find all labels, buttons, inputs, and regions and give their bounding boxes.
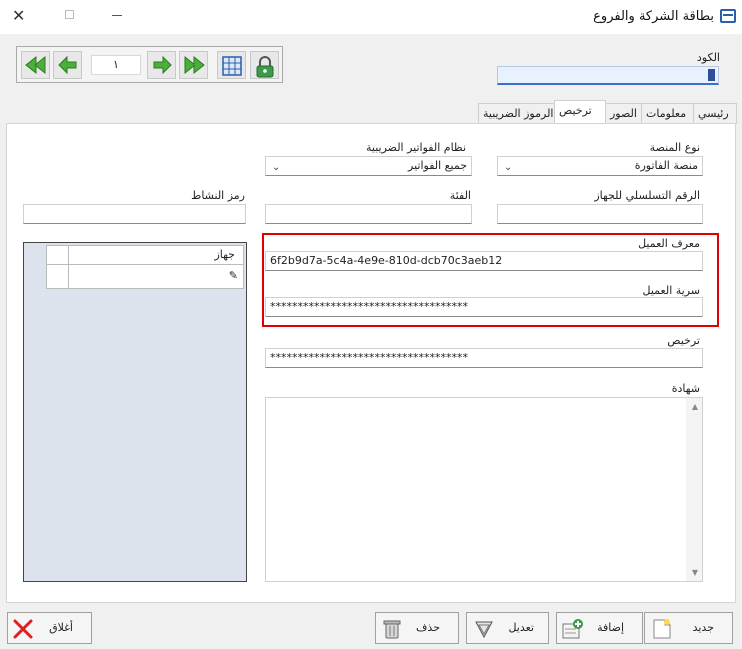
device-serial-input[interactable] <box>497 204 703 224</box>
lock-button[interactable] <box>250 51 279 79</box>
delete-button[interactable]: حذف <box>375 612 459 644</box>
platform-type-value: منصة الفاتورة <box>634 159 698 172</box>
delete-button-label: حذف <box>416 621 440 634</box>
new-document-icon <box>653 619 671 639</box>
add-button[interactable]: إضافة <box>556 612 643 644</box>
close-button-label: أغلاق <box>49 621 73 634</box>
form-card-icon <box>720 9 736 23</box>
grid-table-icon <box>222 56 242 76</box>
client-id-input[interactable]: 6f2b9d7a-5c4a-4e9e-810d-dcb70c3aeb12 <box>265 251 703 271</box>
certificate-scrollbar[interactable]: ▲ ▼ <box>686 398 702 581</box>
scroll-down-arrow-icon[interactable]: ▼ <box>692 568 698 577</box>
previous-record-button[interactable] <box>53 51 82 79</box>
new-button-label: جديد <box>692 621 714 634</box>
device-cell[interactable] <box>68 265 243 288</box>
add-button-label: إضافة <box>597 621 624 634</box>
edit-button[interactable]: تعديل <box>466 612 549 644</box>
chevron-down-icon: ⌄ <box>272 162 281 173</box>
first-record-button[interactable] <box>21 51 50 79</box>
table-row[interactable]: ✎ <box>46 265 244 289</box>
title-bar: بطاقة الشركة والفروع ✕ <box>0 0 742 34</box>
activity-code-input[interactable] <box>23 204 246 224</box>
tax-invoice-system-label: نظام الفواتير الضريبية <box>365 141 466 154</box>
activity-code-label: رمز النشاط <box>191 189 245 202</box>
record-navigation-bar: ١ <box>16 46 283 83</box>
code-label: الكود <box>696 51 720 64</box>
last-record-button[interactable] <box>179 51 208 79</box>
tab-tax-codes[interactable]: الرموز الضريبية <box>478 103 555 124</box>
certificate-label: شهادة <box>671 382 700 395</box>
tab-license[interactable]: ترخيص <box>554 100 606 124</box>
minimize-button[interactable] <box>112 15 122 16</box>
client-secret-label: سرية العميل <box>642 284 700 297</box>
add-record-icon <box>562 619 583 639</box>
tab-images[interactable]: الصور <box>605 103 642 124</box>
device-column-header[interactable]: جهاز <box>68 246 243 264</box>
window-title: بطاقة الشركة والفروع <box>593 9 714 24</box>
double-arrow-right-icon <box>184 56 205 74</box>
text-cursor <box>708 69 715 81</box>
code-input[interactable] <box>497 66 719 85</box>
certificate-textarea[interactable]: ▲ ▼ <box>265 397 703 582</box>
license-label: ترخيص <box>667 334 700 347</box>
chevron-down-icon: ⌄ <box>504 162 513 173</box>
close-window-button[interactable]: ✕ <box>12 6 25 25</box>
arrow-right-icon <box>153 56 172 74</box>
lock-icon <box>256 56 274 78</box>
edit-pencil-icon <box>475 621 493 639</box>
grid-header-row: جهاز <box>46 245 244 265</box>
record-number-field[interactable]: ١ <box>91 55 141 75</box>
grid-view-button[interactable] <box>217 51 246 79</box>
tab-info[interactable]: معلومات <box>641 103 694 124</box>
device-serial-label: الرقم التسلسلي للجهاز <box>594 189 700 202</box>
double-arrow-left-icon <box>25 56 46 74</box>
category-input[interactable] <box>265 204 472 224</box>
client-id-label: معرف العميل <box>638 237 700 250</box>
client-secret-input[interactable]: ************************************ <box>265 297 703 317</box>
scroll-up-arrow-icon[interactable]: ▲ <box>692 402 698 411</box>
edit-button-label: تعديل <box>508 621 534 634</box>
arrow-left-icon <box>58 56 77 74</box>
tab-main[interactable]: رئيسي <box>693 103 737 124</box>
close-x-icon <box>13 619 33 639</box>
tax-invoice-system-value: جميع الفواتير <box>408 159 467 172</box>
platform-type-select[interactable]: منصة الفاتورة ⌄ <box>497 156 703 176</box>
close-button[interactable]: أغلاق <box>7 612 92 644</box>
new-button[interactable]: جديد <box>644 612 733 644</box>
license-input[interactable]: ************************************ <box>265 348 703 368</box>
device-grid: جهاز ✎ <box>23 242 247 582</box>
next-record-button[interactable] <box>147 51 176 79</box>
tax-invoice-system-select[interactable]: جميع الفواتير ⌄ <box>265 156 472 176</box>
category-label: الفئة <box>449 189 471 202</box>
trash-icon <box>383 620 401 639</box>
maximize-button[interactable] <box>65 10 74 19</box>
platform-type-label: نوع المنصة <box>649 141 700 154</box>
